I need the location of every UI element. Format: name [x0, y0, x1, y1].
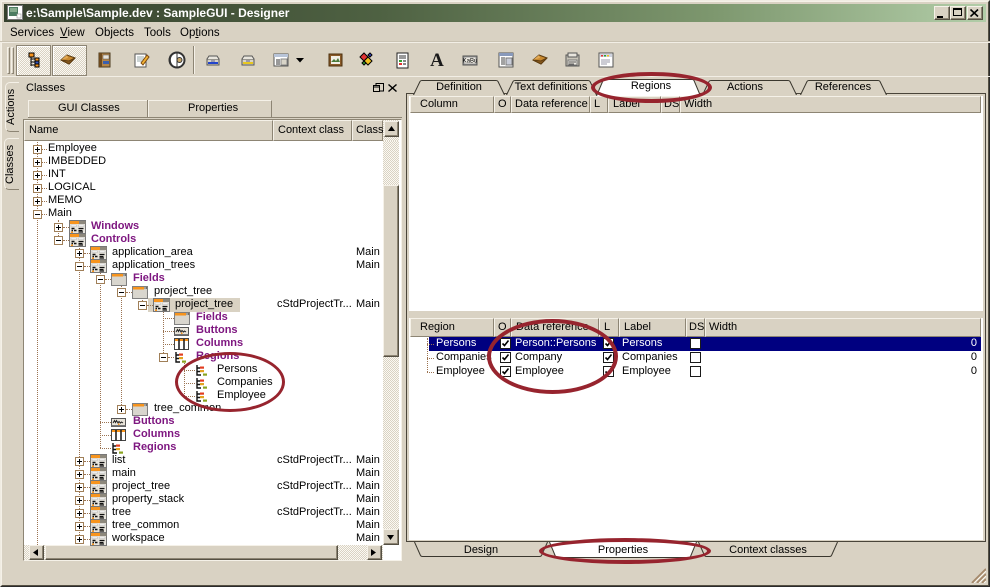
svg-text:KaBu: KaBu — [463, 59, 478, 65]
svg-text:A: A — [430, 51, 444, 69]
